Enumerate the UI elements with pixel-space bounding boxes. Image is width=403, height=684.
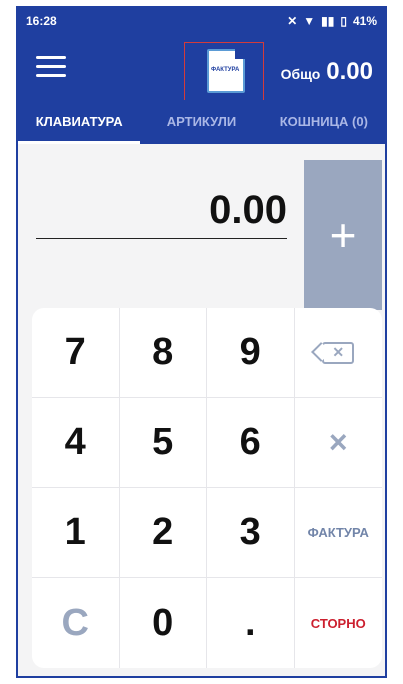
battery-level: 41% (352, 14, 377, 28)
key-5[interactable]: 5 (119, 398, 207, 488)
total-value: 0.00 (326, 58, 373, 85)
status-icons: ✕ ▼ ▮▮ ▯ 41% (287, 14, 377, 28)
key-8[interactable]: 8 (119, 308, 207, 398)
battery-icon: ▯ (340, 14, 347, 28)
backspace-button[interactable]: ✕ (294, 308, 382, 398)
key-decimal[interactable]: . (207, 578, 295, 668)
key-1[interactable]: 1 (32, 488, 120, 578)
tab-keyboard[interactable]: КЛАВИАТУРА (18, 100, 141, 144)
key-9[interactable]: 9 (207, 308, 295, 398)
status-time: 16:28 (26, 14, 57, 28)
app-frame: 16:28 ✕ ▼ ▮▮ ▯ 41% ФАКТУРА Общо 0.00 КЛА… (16, 6, 387, 678)
key-4[interactable]: 4 (32, 398, 120, 488)
menu-icon[interactable] (36, 56, 66, 78)
keypad: 7 8 9 ✕ 4 5 6 × 1 2 3 ФАКТУРА C 0 . СТОР… (32, 308, 382, 668)
multiply-button[interactable]: × (294, 398, 382, 488)
mute-icon: ✕ (287, 14, 298, 28)
key-3[interactable]: 3 (207, 488, 295, 578)
amount-display: 0.00 (36, 182, 287, 239)
clear-button[interactable]: C (32, 578, 120, 668)
document-icon: ФАКТУРА (207, 49, 245, 93)
invoice-button[interactable]: ФАКТУРА (294, 488, 382, 578)
invoice-logo[interactable]: ФАКТУРА (184, 42, 264, 102)
key-0[interactable]: 0 (120, 578, 207, 668)
tab-bar: КЛАВИАТУРА АРТИКУЛИ КОШНИЦА (0) (18, 100, 385, 144)
app-bar: ФАКТУРА Общо 0.00 (18, 36, 385, 102)
tab-articles[interactable]: АРТИКУЛИ (140, 100, 262, 144)
signal-icon: ▮▮ (321, 14, 335, 28)
add-button[interactable]: + (304, 160, 382, 310)
backspace-icon: ✕ (322, 341, 355, 364)
total-label: Общо (280, 66, 321, 82)
storno-button[interactable]: СТОРНО (295, 578, 383, 668)
logo-text: ФАКТУРА (211, 67, 240, 73)
status-bar: 16:28 ✕ ▼ ▮▮ ▯ 41% (18, 8, 385, 36)
key-7[interactable]: 7 (32, 308, 120, 398)
key-2[interactable]: 2 (119, 488, 207, 578)
key-6[interactable]: 6 (207, 398, 295, 488)
tab-basket[interactable]: КОШНИЦА (0) (263, 100, 385, 144)
wifi-icon: ▼ (303, 14, 316, 28)
total-display: Общо 0.00 (281, 58, 373, 86)
